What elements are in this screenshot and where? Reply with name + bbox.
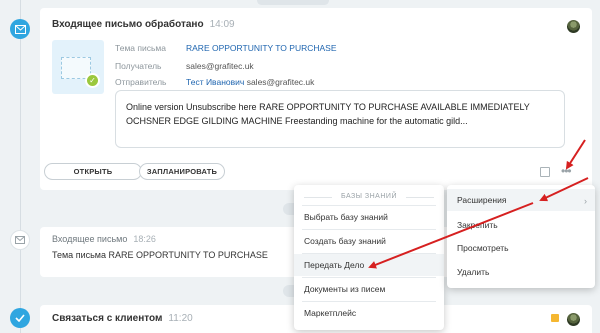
menu-item-documents-from-emails[interactable]: Документы из писем	[294, 278, 444, 300]
timeline-line	[20, 0, 21, 333]
note-icon[interactable]	[540, 167, 550, 177]
more-options-icon[interactable]: •••	[561, 164, 572, 178]
card-time: 11:20	[168, 313, 193, 324]
context-menu: Расширения › Закрепить Просмотреть Удали…	[447, 185, 595, 288]
email-event-icon	[10, 230, 30, 250]
card-time: 14:09	[209, 19, 235, 30]
check-icon: ✓	[85, 73, 100, 88]
task-event-icon	[10, 308, 30, 328]
menu-item-marketplace[interactable]: Маркетплейс	[294, 302, 444, 324]
menu-item-select-kb[interactable]: Выбрать базу знаний	[294, 206, 444, 228]
card-title-text: Входящее письмо обработано	[52, 19, 204, 30]
menu-item-extensions[interactable]: Расширения ›	[447, 189, 595, 211]
menu-item-transfer-case[interactable]: Передать Дело	[294, 254, 444, 276]
subject-label: Тема письма	[115, 43, 166, 53]
email-thumbnail: ✓	[52, 40, 104, 94]
menu-header: БАЗЫ ЗНАНИЙ	[294, 193, 444, 200]
knowledge-base-menu: БАЗЫ ЗНАНИЙ Выбрать базу знаний Создать …	[294, 185, 444, 330]
sender-name[interactable]: Тест Иванович	[186, 77, 244, 87]
sender-email: sales@grafitec.uk	[246, 77, 315, 87]
avatar[interactable]	[567, 313, 580, 326]
schedule-button[interactable]: ЗАПЛАНИРОВАТЬ	[139, 163, 225, 180]
card-title-text: Связаться с клиентом	[52, 313, 163, 324]
open-button[interactable]: ОТКРЫТЬ	[44, 163, 142, 180]
card-title-text: Входящее письмо	[52, 234, 128, 244]
processed-email-card: Входящее письмо обработано 14:09 ✓ Тема п…	[40, 8, 592, 190]
email-event-icon	[10, 19, 30, 39]
avatar[interactable]	[567, 20, 580, 33]
priority-flag-icon	[551, 314, 559, 322]
menu-item-create-kb[interactable]: Создать базу знаний	[294, 230, 444, 252]
subject-value[interactable]: RARE OPPORTUNITY TO PURCHASE	[186, 43, 337, 53]
chevron-right-icon: ›	[584, 196, 587, 206]
sender-value: Тест Иванович sales@grafitec.uk	[186, 77, 314, 87]
menu-item-pin[interactable]: Закрепить	[447, 214, 595, 236]
message-line: OCHSNER EDGE GILDING MACHINE Freestandin…	[126, 116, 468, 126]
menu-item-view[interactable]: Просмотреть	[447, 237, 595, 259]
message-preview: Online version Unsubscribe here RARE OPP…	[115, 90, 565, 148]
sender-label: Отправитель	[115, 77, 167, 87]
email-subject-line[interactable]: Тема письма RARE OPPORTUNITY TO PURCHASE	[52, 250, 268, 260]
menu-item-label: Расширения	[457, 195, 507, 205]
card-time: 18:26	[133, 234, 156, 244]
recipient-label: Получатель	[115, 61, 162, 71]
recipient-value: sales@grafitec.uk	[186, 61, 254, 71]
menu-item-delete[interactable]: Удалить	[447, 261, 595, 283]
date-separator-top	[257, 0, 329, 5]
message-line: Online version Unsubscribe here RARE OPP…	[126, 102, 530, 112]
card-title: Связаться с клиентом 11:20	[52, 313, 193, 324]
card-title: Входящее письмо 18:26	[52, 234, 156, 244]
card-title: Входящее письмо обработано 14:09	[52, 19, 235, 30]
